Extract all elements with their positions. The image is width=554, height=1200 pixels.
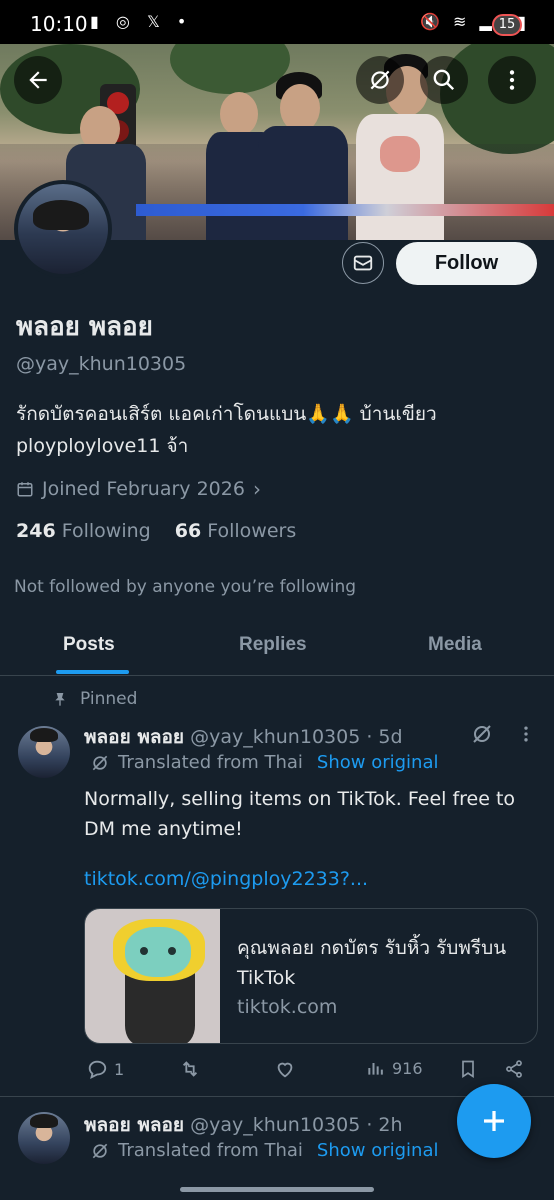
share-icon [506,1060,522,1078]
plus-icon [484,1111,504,1131]
retweet-button[interactable] [178,1058,202,1080]
profile-bio: รักดบัตรคอนเสิร์ต แอคเก่าโดนแบน🙏🙏 บ้านเข… [16,403,437,457]
message-button[interactable] [342,242,384,284]
reply-button[interactable]: 1 [86,1058,124,1080]
bookmark-icon [462,1060,474,1079]
more-vertical-icon [524,726,528,742]
reply-count: 1 [114,1059,125,1079]
views-icon [368,1063,383,1075]
joined-label: Joined February 2026 [42,478,245,500]
pinned-label: Pinned [80,689,138,709]
retweet-icon [182,1061,198,1077]
post-time: · 5d [366,726,403,748]
post-author-name[interactable]: พลอย พลอย [84,1114,184,1136]
following-link[interactable]: 246 Following [16,520,151,542]
post-time: · 2h [366,1114,403,1136]
tab-replies[interactable]: Replies [239,634,307,656]
following-count: 246 [16,520,56,542]
calendar-icon [17,482,33,497]
pinned-indicator: Pinned [52,689,137,709]
chevron-right-icon: › [252,477,261,501]
post-grok-button[interactable] [470,722,494,750]
pin-icon [55,693,65,706]
post-author-handle[interactable]: @yay_khun10305 [190,1114,360,1136]
show-original-link[interactable]: Show original [317,1140,439,1161]
follow-stats: 246 Following 66 Followers [16,520,296,542]
translation-note: Translated from Thai Show original [90,1140,439,1161]
active-tab-indicator [56,670,129,674]
views-count: 916 [392,1058,423,1078]
battery-icon: 15 [492,14,522,36]
grok-icon [92,1143,108,1158]
back-arrow-icon [29,71,47,89]
followers-link[interactable]: 66 Followers [175,520,297,542]
profile-name: พลอย พลอย [16,312,153,342]
tab-media[interactable]: Media [428,634,482,656]
post-avatar-hair [30,1114,58,1128]
grok-button[interactable] [356,56,404,104]
post-link[interactable]: tiktok.com/@pingploy2233?... [84,868,368,890]
grok-icon [370,70,390,90]
follow-button[interactable]: Follow [396,242,537,285]
views-button[interactable]: 916 [366,1058,423,1078]
post-more-button[interactable] [516,722,536,750]
following-label: Following [61,520,151,542]
grok-icon [473,725,491,743]
joined-date[interactable]: Joined February 2026 › [16,477,261,501]
search-icon [433,69,455,91]
link-card[interactable]: คุณพลอย กดบัตร รับหิ้ว รับพรีบน TikTok t… [84,908,538,1044]
profile-tabs: Posts Replies Media [0,620,554,676]
compose-button[interactable] [457,1084,531,1158]
post-author-name[interactable]: พลอย พลอย [84,726,184,748]
share-button[interactable] [504,1058,524,1080]
link-card-domain: tiktok.com [237,996,338,1018]
more-button[interactable] [488,56,536,104]
mail-icon [353,255,373,271]
followers-label: Followers [207,520,297,542]
like-button[interactable] [274,1058,296,1080]
post-author-handle[interactable]: @yay_khun10305 [190,726,360,748]
tab-posts[interactable]: Posts [63,634,115,656]
post-header: พลอย พลอย @yay_khun10305 · 2h [84,1110,403,1140]
translation-note: Translated from Thai Show original [90,752,439,773]
post-avatar-hair [30,728,58,742]
notification-icons: ▮ ◎ 𝕏 • [90,12,193,31]
grok-icon [92,755,108,770]
bookmark-button[interactable] [458,1058,478,1080]
followers-count: 66 [174,520,202,542]
more-vertical-icon [509,70,515,90]
avatar-hair [33,200,89,230]
status-time: 10:10 [30,12,88,36]
translated-label: Translated from Thai [118,752,303,773]
link-card-title: คุณพลอย กดบัตร รับหิ้ว รับพรีบน TikTok [237,937,507,989]
translated-label: Translated from Thai [118,1140,303,1161]
show-original-link[interactable]: Show original [317,752,439,773]
profile-handle: @yay_khun10305 [16,353,187,375]
like-icon [277,1062,293,1078]
post-header: พลอย พลอย @yay_khun10305 · 5d [84,722,403,752]
link-card-image [85,909,220,1043]
reply-icon [88,1060,107,1079]
post-text: Normally, selling items on TikTok. Feel … [84,788,516,840]
search-button[interactable] [420,56,468,104]
back-button[interactable] [14,56,62,104]
not-followed-note: Not followed by anyone you’re following [14,577,357,597]
home-gesture-bar[interactable] [180,1187,374,1192]
status-bar: 10:10 ▮ ◎ 𝕏 • 🔇 ≋ ▂▄▆ 15 [0,0,554,44]
